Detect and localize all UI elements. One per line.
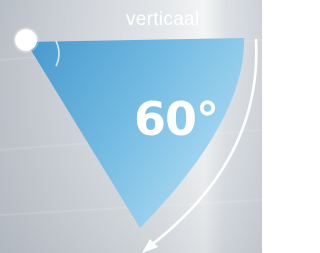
swing-angle-graphic: verticaal 60° [0,0,262,253]
direction-label: verticaal [126,9,200,30]
background-panel [0,0,262,253]
pivot-dot-icon [13,27,39,53]
angle-value: 60° [134,92,219,146]
